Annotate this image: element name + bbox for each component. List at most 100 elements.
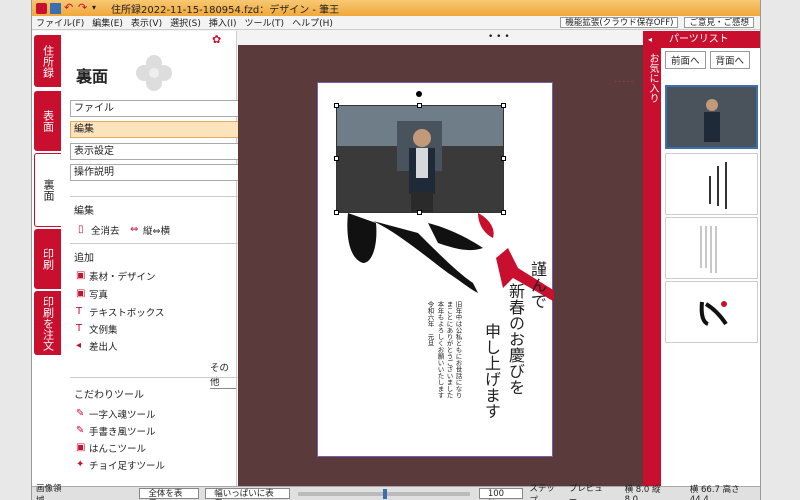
feedback-button[interactable]: ご意見・ご感想: [684, 17, 754, 28]
menu-edit[interactable]: 編集(E): [88, 16, 127, 29]
menu-dropdown-icon[interactable]: ▾: [92, 3, 103, 14]
divider: [70, 377, 245, 378]
save-icon[interactable]: [50, 2, 61, 14]
feature-extension-button[interactable]: 機能拡張(クラウド保存OFF): [560, 17, 679, 28]
kodawari-handwrite-label: 手書き風ツール: [89, 427, 156, 438]
kodawari-stamp-label: はんこツール: [89, 444, 147, 455]
pen-icon: ✎: [76, 425, 85, 436]
greeting-line-2[interactable]: 新春のお慶びを: [506, 283, 525, 453]
part-thumb-photo[interactable]: [665, 85, 758, 149]
window-title: 住所録2022-11-15-180954.fzd：デザイン - 筆王: [111, 4, 340, 16]
divider: [70, 196, 245, 197]
quick-access: ↶ ↷ ▾: [32, 2, 103, 14]
parts-list-header: パーツリスト: [661, 31, 760, 48]
undo-icon[interactable]: ↶: [64, 2, 75, 14]
panel-menu-file[interactable]: ファイル: [70, 100, 245, 117]
left-panel: ✿ 裏面 ファイル 編集 表示設定 操作説明 編集 ▯ 全消去 ⇔ 縦⇔横 追加 ▣…: [62, 31, 263, 486]
add-sender-label: 差出人: [89, 342, 118, 353]
guide-line: - - - - -: [614, 78, 633, 85]
postcard-sheet[interactable]: 謹んで 新春のお慶びを 申し上げます 旧年中は公私ともにお世話になり まことにあ…: [317, 82, 554, 457]
fit-width-button[interactable]: 幅いっぱいに表示: [205, 488, 290, 500]
menu-insert[interactable]: 挿入(I): [205, 16, 241, 29]
add-material-label: 素材・デザイン: [89, 272, 156, 283]
tab-back[interactable]: 裏面: [34, 153, 61, 227]
kodawari-handwrite-button[interactable]: ✎ 手書き風ツール: [76, 424, 156, 439]
tab-print[interactable]: 印刷: [34, 229, 61, 289]
step-label: ステップ: [529, 483, 555, 500]
more-link[interactable]: その他: [210, 360, 236, 389]
tab-print-order[interactable]: 印刷を注文: [34, 291, 61, 355]
greeting-line-3[interactable]: 申し上げます: [482, 323, 501, 473]
part-thumb-body[interactable]: [665, 217, 758, 279]
textbox-icon: T: [76, 306, 83, 317]
menu-select[interactable]: 選択(S): [166, 16, 205, 29]
kodawari-section-label: こだわりツール: [74, 390, 144, 401]
add-sender-button[interactable]: ◂ 差出人: [76, 339, 118, 354]
position-readout: 横 66.7 高さ 44.4: [689, 484, 740, 500]
left-tab-strip: 住所録 表面 裏面 印刷 印刷を注文: [32, 31, 62, 486]
kodawari-one-char-label: 一字入魂ツール: [89, 410, 156, 421]
sender-icon: ◂: [76, 340, 82, 351]
body-line-1[interactable]: 旧年中は公私ともにお世話になり: [454, 301, 462, 421]
body-line-2[interactable]: まことにありがとうございました: [445, 301, 453, 421]
panel-menu-help[interactable]: 操作説明: [70, 164, 245, 181]
gear-icon[interactable]: ✿: [212, 33, 221, 46]
add-textbox-button[interactable]: T テキストボックス: [76, 305, 165, 320]
body-line-4[interactable]: 令和六年 元旦: [426, 301, 434, 421]
greeting-thumbnail: [709, 162, 727, 209]
favorites-strip[interactable]: ◂ お気に入り: [643, 31, 661, 486]
fit-all-button[interactable]: 全体を表示: [139, 488, 200, 500]
menu-file[interactable]: ファイル(F): [32, 16, 88, 29]
app-window: ↶ ↷ ▾ 住所録2022-11-15-180954.fzd：デザイン - 筆王…: [31, 0, 761, 500]
rotate-button[interactable]: ⇔ 縦⇔横: [130, 223, 170, 238]
greeting-line-1[interactable]: 謹んで: [528, 261, 547, 421]
menu-view[interactable]: 表示(V): [127, 16, 166, 29]
delete-all-label: 全消去: [91, 226, 120, 237]
material-icon: ▣: [76, 270, 86, 281]
drag-handle-icon[interactable]: • • •: [488, 32, 510, 42]
add-textbox-label: テキストボックス: [89, 308, 165, 319]
size-readout: 横 8.0 縦 8.0: [624, 484, 661, 500]
zoom-slider-knob[interactable]: [383, 489, 387, 499]
part-thumb-kanji[interactable]: [665, 281, 758, 343]
add-photo-button[interactable]: ▣ 写真: [76, 287, 109, 302]
add-material-button[interactable]: ▣ 素材・デザイン: [76, 269, 156, 284]
send-back-button[interactable]: 背面へ: [709, 51, 751, 69]
app-icon: [36, 2, 47, 14]
canvas-top-bar: • • • ▲ ▼: [238, 31, 760, 45]
favorites-label: お気に入り: [647, 53, 658, 103]
part-thumb-greeting[interactable]: [665, 153, 758, 215]
tab-front[interactable]: 表面: [34, 91, 61, 151]
add-sample-text-label: 文例集: [89, 325, 118, 336]
zoom-value[interactable]: 100 %: [478, 488, 524, 500]
menu-bar: ファイル(F) 編集(E) 表示(V) 選択(S) 挿入(I) ツール(T) ヘ…: [32, 16, 760, 30]
collapse-icon[interactable]: ◂: [648, 35, 652, 44]
design-canvas[interactable]: • • • ▲ ▼ - - - - -: [238, 31, 760, 486]
menu-help[interactable]: ヘルプ(H): [288, 16, 337, 29]
kodawari-choitasu-button[interactable]: ✦ チョイ足すツール: [76, 458, 166, 473]
panel-title: 裏面: [76, 67, 109, 86]
add-photo-label: 写真: [89, 290, 109, 301]
kanji-thumbnail: [699, 301, 728, 326]
kodawari-choitasu-label: チョイ足すツール: [89, 461, 166, 472]
bring-front-button[interactable]: 前面へ: [665, 51, 706, 69]
zoom-slider[interactable]: [298, 489, 470, 499]
brush-icon: ✎: [76, 408, 85, 419]
redo-icon[interactable]: ↷: [78, 2, 89, 14]
body-line-3[interactable]: 本年もよろしくお願いいたします: [436, 301, 444, 421]
tab-address-book[interactable]: 住所録: [34, 35, 61, 87]
kodawari-one-char-button[interactable]: ✎ 一字入魂ツール: [76, 407, 156, 422]
delete-all-button[interactable]: ▯ 全消去: [78, 223, 120, 238]
sparkle-icon: ✦: [76, 459, 85, 470]
status-bar: 画像領域 全体を表示 幅いっぱいに表示 100 % ステップ プレビュー 横 8…: [32, 484, 760, 500]
kodawari-stamp-button[interactable]: ▣ はんこツール: [76, 441, 147, 456]
add-sample-text-button[interactable]: T 文例集: [76, 322, 118, 337]
photo-icon: ▣: [76, 288, 86, 299]
panel-menu-edit[interactable]: 編集: [70, 121, 245, 138]
panel-menu-view[interactable]: 表示設定: [70, 143, 245, 160]
edit-section-label: 編集: [74, 206, 94, 217]
title-bar: ↶ ↷ ▾ 住所録2022-11-15-180954.fzd：デザイン - 筆王: [32, 0, 760, 16]
rotate-label: 縦⇔横: [143, 226, 170, 237]
rotate-icon: ⇔: [130, 224, 139, 235]
menu-tool[interactable]: ツール(T): [241, 16, 289, 29]
